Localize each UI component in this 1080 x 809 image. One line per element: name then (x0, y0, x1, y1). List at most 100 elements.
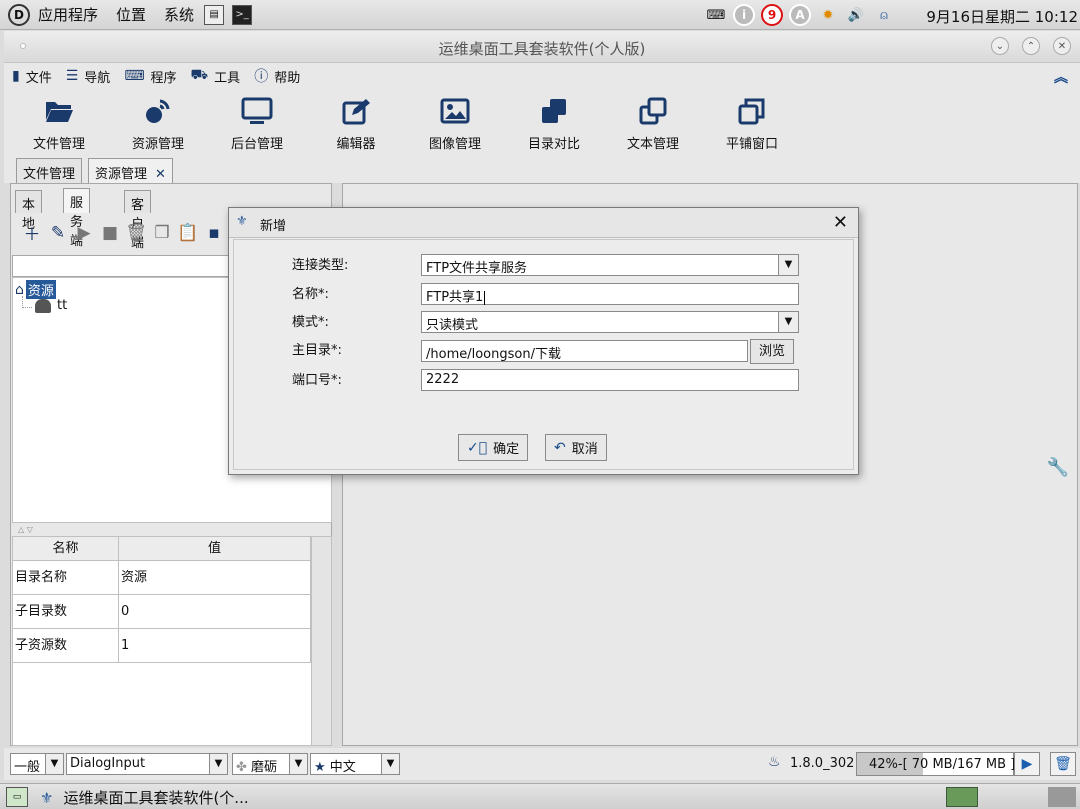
system-top-panel: D 应用程序 位置 系统 ▤ >_ ⌨ i 9 A ✹ 🔊 ⍝ 9月16日星期二… (0, 0, 1080, 30)
window-title: 运维桌面工具套装软件(个人版) (438, 40, 646, 58)
tab-server[interactable]: 服务端 (63, 188, 91, 249)
trash-icon: 🗑 (1054, 756, 1072, 772)
tab-client[interactable]: 客户端 (124, 190, 152, 251)
home-dir-input[interactable]: /home/loongson/下载 (421, 340, 748, 362)
ok-button[interactable]: ✓⃝ 确定 (458, 434, 529, 461)
dialog-titlebar[interactable]: ⚜ 新增 ✕ (229, 208, 858, 238)
tree-connector (22, 296, 32, 308)
tree-node-tt[interactable]: tt (35, 298, 67, 313)
split-pane-divider[interactable]: △ ▽ (12, 525, 332, 534)
browse-button[interactable]: 浏览 (750, 339, 794, 364)
distro-logo-icon[interactable]: D (8, 3, 30, 26)
settings-sun-icon[interactable]: ✹ (817, 4, 839, 26)
close-window-button[interactable]: ✕ (1053, 37, 1071, 55)
tab-local[interactable]: 本地 (15, 190, 43, 232)
java-icon: ♨ (768, 754, 781, 770)
trash-icon[interactable]: 🗑 (123, 223, 149, 243)
mode-select[interactable]: 只读模式 ▼ (421, 311, 799, 333)
document-tabs: 文件管理 资源管理 ✕ (4, 155, 1080, 183)
play-icon[interactable]: ▶ (71, 223, 97, 243)
connection-type-select[interactable]: FTP文件共享服务 ▼ (421, 254, 799, 276)
toolbar-resource-manager[interactable]: 资源管理 (113, 95, 203, 152)
name-label: 名称*: (292, 287, 329, 302)
play-icon: ▶ (1021, 756, 1033, 772)
info-tray-icon[interactable]: i (733, 4, 755, 26)
menu-file[interactable]: ▮ 文件 (12, 67, 52, 86)
memory-usage-bar[interactable]: 42%-[ 70 MB/167 MB ] (856, 752, 1016, 776)
terminal-launcher-icon[interactable]: >_ (232, 4, 253, 25)
wrench-icon[interactable]: 🔧 (1047, 457, 1069, 478)
panel-menu-places[interactable]: 位置 (116, 4, 146, 25)
close-tab-icon[interactable]: ✕ (155, 167, 166, 182)
file-icon: ▮ (12, 68, 20, 84)
properties-scrollbar[interactable] (311, 537, 331, 745)
menu-navigate[interactable]: ☰ 导航 (66, 67, 111, 86)
maximize-button[interactable]: ⌃ (1022, 37, 1040, 55)
toolbar-image-manager[interactable]: 图像管理 (410, 95, 500, 152)
toolbox-icon: ⛟ (190, 67, 209, 83)
cancel-button[interactable]: ↶ 取消 (545, 434, 607, 461)
pencil-icon[interactable]: ✎ (45, 223, 71, 243)
keyboard-tray-icon[interactable]: ⌨ (705, 4, 727, 26)
language-select[interactable]: ★ 中文 ▼ (310, 753, 400, 775)
update-badge-icon[interactable]: 9 (761, 4, 783, 26)
tab-file-manager[interactable]: 文件管理 (16, 158, 83, 183)
menu-help[interactable]: ⓘ 帮助 (254, 66, 300, 86)
collapse-toolbar-icon[interactable]: ︽ (1054, 67, 1068, 87)
system-tray: ⌨ i 9 A ✹ 🔊 ⍝ (705, 3, 901, 27)
general-select[interactable]: 一般 ▼ (10, 753, 64, 775)
column-header-value[interactable]: 值 (119, 537, 311, 561)
table-row-name[interactable]: 目录名称 (13, 561, 119, 595)
table-row-name[interactable]: 子目录数 (13, 595, 119, 629)
list-icon: ☰ (65, 68, 79, 84)
workspace-switcher[interactable] (946, 787, 978, 807)
file-manager-launcher-icon[interactable]: ▤ (204, 4, 225, 25)
more-tools-icon[interactable]: ▪ (201, 223, 227, 243)
taskbar-window-button[interactable]: ⚜ 运维桌面工具套装软件(个... (40, 787, 249, 808)
port-label: 端口号*: (292, 373, 342, 388)
menubar: ▮ 文件 ☰ 导航 ⌨ 程序 ⛟ 工具 ⓘ 帮助 ︽ (4, 63, 1080, 89)
panel-menu-system[interactable]: 系统 (164, 4, 194, 25)
table-row-name[interactable]: 子资源数 (13, 629, 119, 663)
tab-resource-manager[interactable]: 资源管理 ✕ (88, 158, 173, 183)
window-titlebar[interactable]: 运维桌面工具套装软件(个人版) ⌄ ⌃ ✕ (4, 31, 1080, 63)
app-logo-icon: ⚜ (40, 788, 54, 807)
add-icon[interactable]: ＋ (19, 220, 45, 245)
toolbar-editor[interactable]: 编辑器 (311, 95, 401, 152)
memory-usage-text: 42%-[ 70 MB/167 MB ] (869, 757, 1016, 772)
theme-select[interactable]: ✤ 磨砺 ▼ (232, 753, 308, 775)
minimize-button[interactable]: ⌄ (991, 37, 1009, 55)
user-tray-icon[interactable]: ⍝ (873, 4, 895, 26)
check-circle-icon: ✓⃝ (467, 439, 488, 456)
satellite-icon (113, 95, 203, 127)
menu-tools[interactable]: ⛟ 工具 (191, 67, 241, 86)
input-method-tray-icon[interactable]: A (789, 4, 811, 26)
clear-button[interactable]: 🗑 (1050, 752, 1076, 776)
properties-table: 名称 值 目录名称 资源 子目录数 0 子资源数 1 (12, 536, 332, 746)
panel-menu-applications[interactable]: 应用程序 (38, 4, 98, 25)
close-dialog-button[interactable]: ✕ (833, 212, 848, 233)
trash-applet[interactable] (1048, 787, 1076, 807)
toolbar-dir-compare[interactable]: 目录对比 (509, 95, 599, 152)
volume-icon[interactable]: 🔊 (845, 4, 867, 26)
toolbar-backend-manager[interactable]: 后台管理 (212, 95, 302, 152)
run-gc-button[interactable]: ▶ (1014, 752, 1040, 776)
toolbar-file-manager[interactable]: 文件管理 (14, 95, 104, 152)
name-input[interactable]: FTP共享1 (421, 283, 799, 305)
port-input[interactable]: 2222 (421, 369, 799, 391)
table-row-value[interactable]: 0 (119, 595, 311, 629)
chevron-down-icon: ▼ (778, 255, 798, 275)
show-desktop-icon[interactable]: ▭ (6, 787, 28, 807)
menu-program[interactable]: ⌨ 程序 (124, 67, 176, 86)
toolbar-tile-windows[interactable]: 平铺窗口 (707, 95, 797, 152)
table-row-value[interactable]: 1 (119, 629, 311, 663)
clock[interactable]: 9月16日星期二 10:12 (926, 6, 1078, 27)
monitor-icon (212, 95, 302, 127)
column-header-name[interactable]: 名称 (13, 537, 119, 561)
toolbar-text-manager[interactable]: 文本管理 (608, 95, 698, 152)
stop-icon[interactable]: ■ (97, 223, 123, 243)
font-select[interactable]: DialogInput ▼ (66, 753, 228, 775)
table-row-value[interactable]: 资源 (119, 561, 311, 595)
paste-icon[interactable]: 📋 (175, 223, 201, 243)
duplicate-icon[interactable]: ❐ (149, 223, 175, 243)
